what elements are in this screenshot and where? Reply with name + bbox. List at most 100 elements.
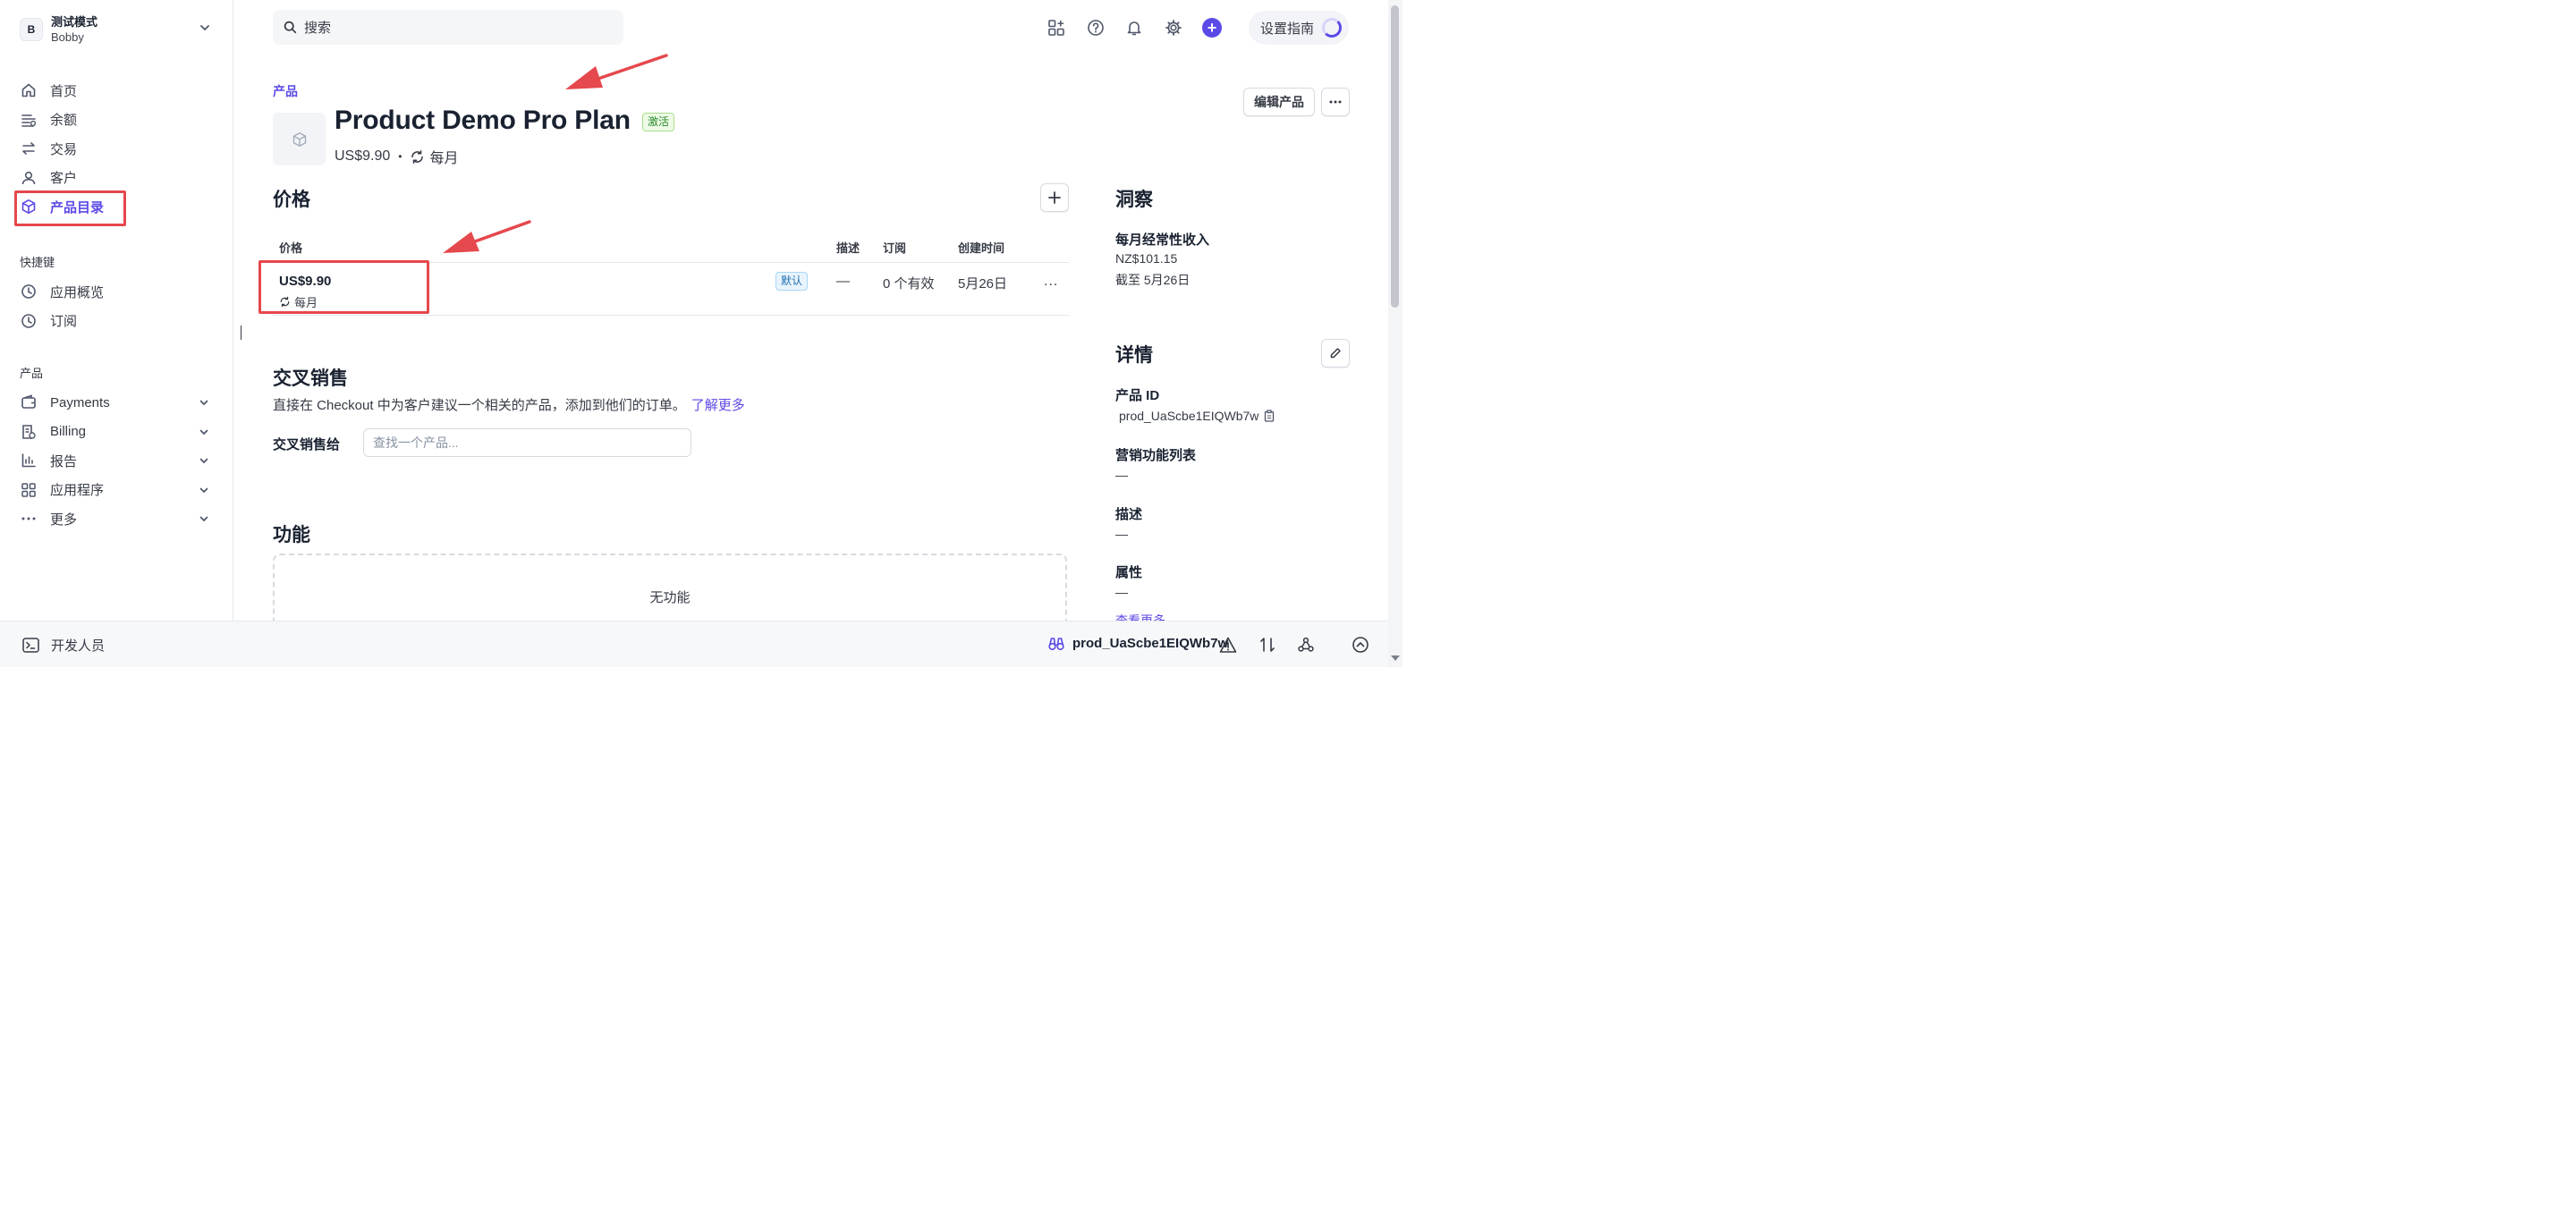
wallet-icon bbox=[20, 393, 38, 411]
sidebar-item-home[interactable]: 首页 bbox=[20, 76, 216, 106]
marketing-features-label: 营销功能列表 bbox=[1115, 448, 1197, 463]
more-icon bbox=[20, 510, 38, 528]
customer-icon bbox=[20, 169, 38, 187]
see-more-text: 查看更多 bbox=[1115, 613, 1165, 621]
cross-sell-product-search[interactable] bbox=[363, 428, 691, 457]
see-more-link[interactable]: 查看更多 bbox=[1115, 612, 1165, 621]
transactions-icon bbox=[20, 140, 38, 157]
sidebar-item-label: 报告 bbox=[50, 453, 78, 469]
recurring-icon bbox=[411, 149, 424, 164]
details-heading: 详情 bbox=[1115, 345, 1153, 366]
edit-product-button[interactable]: 编辑产品 bbox=[1243, 88, 1315, 116]
topbar-actions: + bbox=[1045, 16, 1240, 39]
object-id-inspector[interactable]: prod_UaScbe1EIQWb7w bbox=[1048, 636, 1228, 651]
pencil-icon bbox=[1330, 348, 1341, 359]
setup-guide-button[interactable]: 设置指南 bbox=[1249, 11, 1349, 45]
learn-more-link[interactable]: 了解更多 bbox=[691, 398, 745, 413]
bar-chart-icon bbox=[20, 452, 38, 469]
footer-object-id: prod_UaScbe1EIQWb7w bbox=[1072, 636, 1229, 651]
sidebar: B 测试模式 Bobby 首页 余额 交易 客户 产品目录 快捷键 应用概览 订… bbox=[0, 0, 233, 621]
sidebar-item-balances[interactable]: 余额 bbox=[20, 106, 216, 135]
text-cursor bbox=[241, 326, 242, 340]
copy-icon[interactable] bbox=[1264, 410, 1275, 422]
webhooks-icon[interactable] bbox=[1296, 635, 1316, 655]
page-title: Product Demo Pro Plan bbox=[335, 106, 631, 135]
bell-icon[interactable] bbox=[1123, 16, 1146, 39]
account-mode: 测试模式 bbox=[51, 15, 98, 29]
sidebar-item-transactions[interactable]: 交易 bbox=[20, 134, 216, 164]
sidebar-item-customers[interactable]: 客户 bbox=[20, 164, 216, 193]
sidebar-item-label: 交易 bbox=[50, 141, 78, 157]
breadcrumb[interactable]: 产品 bbox=[273, 82, 298, 100]
chevron-down-icon bbox=[199, 21, 211, 37]
scroll-down-arrow-icon[interactable] bbox=[1391, 655, 1400, 661]
shortcuts-heading: 快捷键 bbox=[20, 256, 55, 269]
account-switcher[interactable]: B 测试模式 Bobby bbox=[20, 14, 216, 45]
sidebar-item-label: 更多 bbox=[50, 512, 78, 528]
annotation-arrow-breadcrumb bbox=[565, 54, 668, 89]
column-header: 订阅 bbox=[883, 241, 907, 255]
sidebar-item-label: 订阅 bbox=[50, 314, 78, 330]
row-subscriptions: 0 个有效 bbox=[883, 276, 935, 292]
add-price-button[interactable] bbox=[1040, 183, 1069, 212]
sidebar-item-billing[interactable]: Billing bbox=[20, 418, 216, 447]
clock-icon bbox=[20, 312, 38, 330]
sidebar-item-more[interactable]: 更多 bbox=[20, 504, 216, 534]
sidebar-item-subscriptions[interactable]: 订阅 bbox=[20, 307, 216, 336]
terminal-icon bbox=[22, 638, 39, 653]
edit-details-button[interactable] bbox=[1321, 339, 1350, 368]
annotation-highlight-catalog bbox=[14, 190, 126, 226]
sort-arrows-icon[interactable] bbox=[1258, 635, 1277, 655]
create-button[interactable]: + bbox=[1200, 16, 1224, 39]
gear-icon[interactable] bbox=[1162, 16, 1185, 39]
collapse-up-icon[interactable] bbox=[1351, 635, 1370, 655]
mrr-value: NZ$101.15 bbox=[1115, 251, 1178, 266]
product-id-text: prod_UaScbe1EIQWb7w bbox=[1119, 409, 1259, 423]
product-image bbox=[273, 113, 326, 165]
developer-footer: 开发人员 prod_UaScbe1EIQWb7w bbox=[0, 621, 1388, 667]
apps-icon bbox=[20, 481, 38, 499]
column-header: 价格 bbox=[279, 241, 303, 255]
price-table-header: 价格 描述 订阅 创建时间 bbox=[273, 238, 1069, 263]
help-icon[interactable] bbox=[1084, 16, 1107, 39]
balance-icon bbox=[20, 111, 38, 129]
billing-icon bbox=[20, 423, 38, 441]
sidebar-item-label: 余额 bbox=[50, 113, 78, 129]
sidebar-item-label: 应用概览 bbox=[50, 284, 105, 300]
sidebar-item-reports[interactable]: 报告 bbox=[20, 446, 216, 476]
cross-sell-text: 直接在 Checkout 中为客户建议一个相关的产品，添加到他们的订单。 bbox=[273, 398, 686, 413]
apps-grid-icon[interactable] bbox=[1045, 16, 1068, 39]
products-nav: 产品 Payments Billing 报告 应用程序 更多 bbox=[20, 365, 216, 534]
sidebar-item-apps[interactable]: 应用程序 bbox=[20, 476, 216, 505]
sidebar-item-label: Payments bbox=[50, 394, 110, 410]
default-badge: 默认 bbox=[775, 272, 809, 291]
column-header: 创建时间 bbox=[958, 241, 1005, 255]
sidebar-item-app-overview[interactable]: 应用概览 bbox=[20, 277, 216, 307]
cross-sell-description: 直接在 Checkout 中为客户建议一个相关的产品，添加到他们的订单。 了解更多 bbox=[273, 395, 745, 414]
features-heading: 功能 bbox=[273, 525, 310, 545]
sidebar-item-payments[interactable]: Payments bbox=[20, 388, 216, 418]
account-user: Bobby bbox=[51, 30, 84, 44]
more-actions-button[interactable] bbox=[1321, 88, 1350, 116]
search-placeholder: 搜索 bbox=[304, 21, 332, 36]
scrollbar-thumb[interactable] bbox=[1391, 5, 1399, 308]
chevron-down-icon bbox=[199, 426, 209, 441]
chevron-down-icon bbox=[199, 484, 209, 499]
warning-icon[interactable] bbox=[1218, 635, 1238, 655]
progress-ring-icon bbox=[1322, 18, 1342, 38]
search-bar[interactable]: 搜索 bbox=[273, 10, 623, 45]
product-price-summary: US$9.90 • 每月 bbox=[335, 146, 458, 167]
ellipsis-icon bbox=[1329, 100, 1342, 104]
developers-label: 开发人员 bbox=[51, 638, 106, 654]
product-id-value: prod_UaScbe1EIQWb7w bbox=[1119, 409, 1275, 423]
attributes-label: 属性 bbox=[1115, 565, 1143, 580]
row-menu-button[interactable]: ... bbox=[1044, 274, 1058, 290]
cross-sell-field-label: 交叉销售给 bbox=[273, 437, 341, 452]
sidebar-item-label: 首页 bbox=[50, 83, 78, 99]
annotation-highlight-price bbox=[258, 260, 429, 314]
sidebar-item-label: Billing bbox=[50, 424, 87, 440]
search-icon bbox=[284, 21, 297, 34]
developers-button[interactable]: 开发人员 bbox=[22, 636, 105, 655]
features-empty-text: 无功能 bbox=[649, 590, 691, 605]
chevron-down-icon bbox=[199, 512, 209, 528]
